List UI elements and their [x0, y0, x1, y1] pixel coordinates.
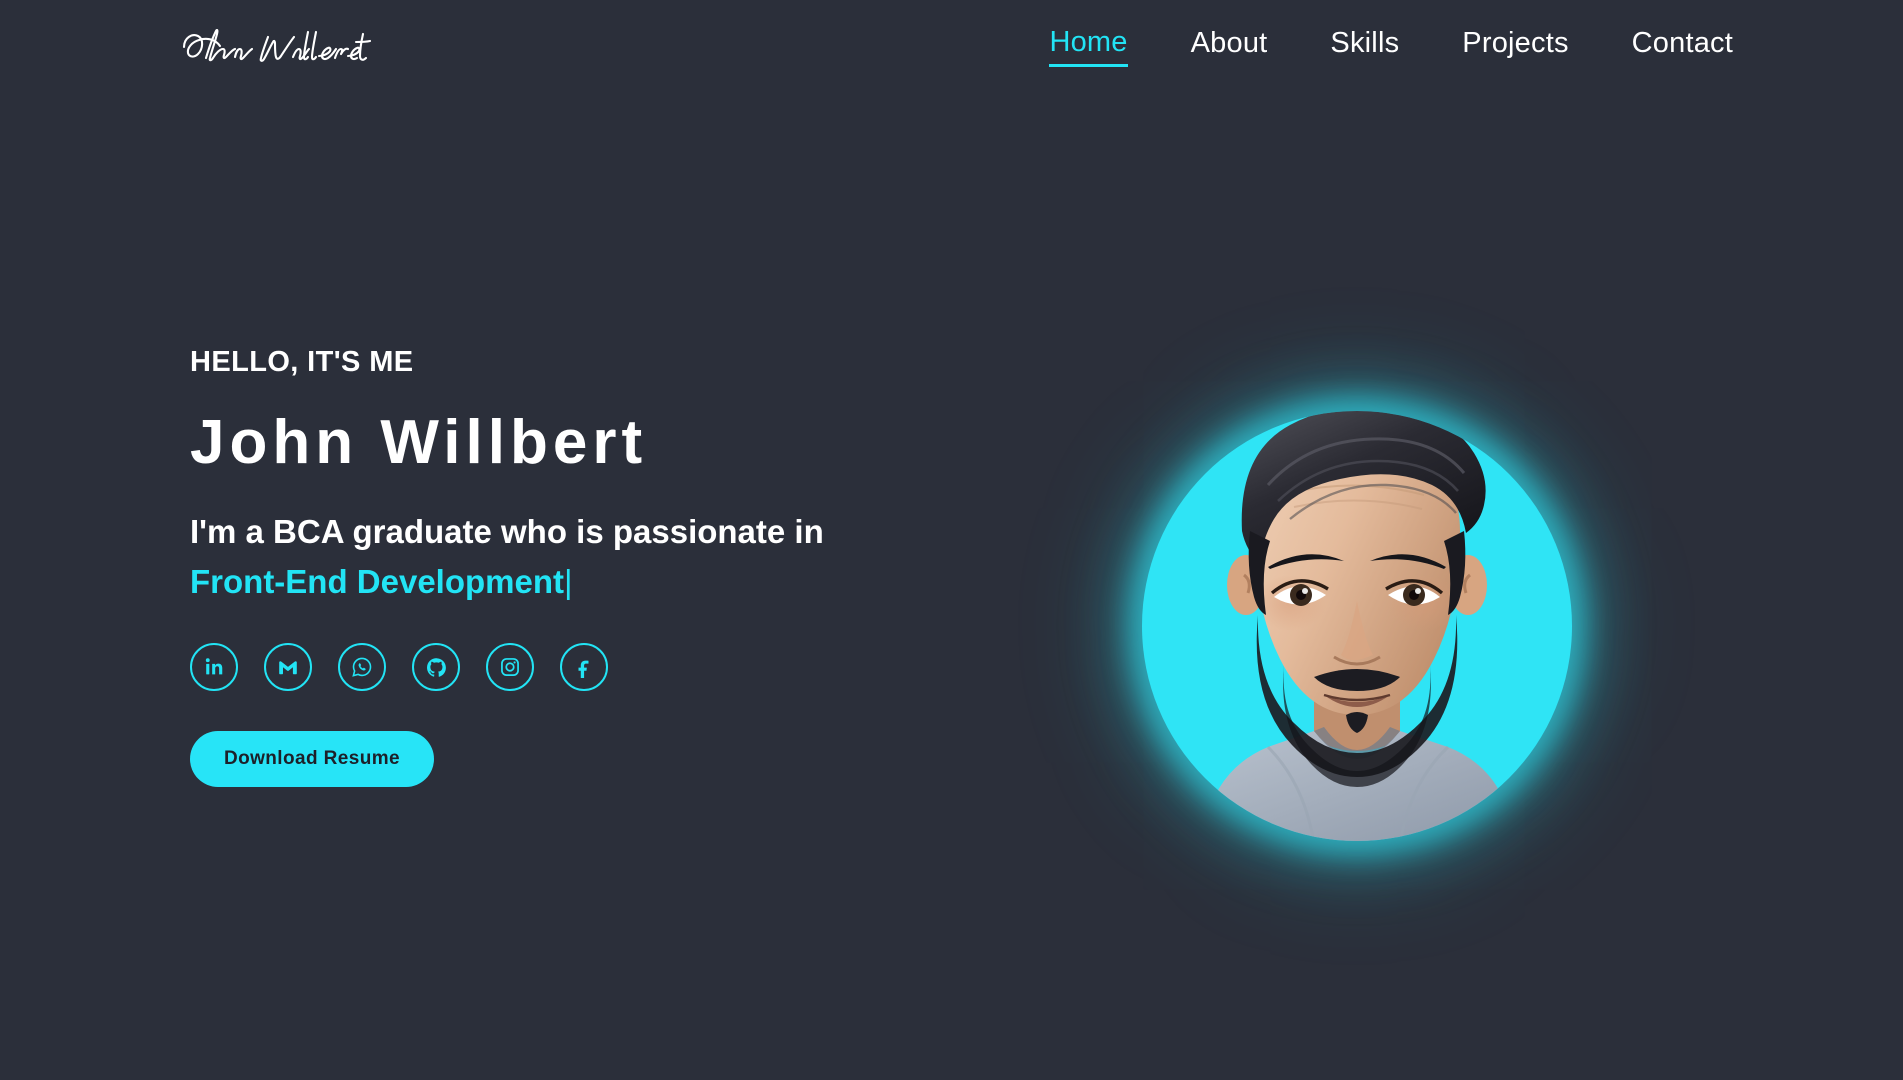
social-link-github[interactable] [412, 643, 460, 692]
social-link-gmail[interactable] [264, 643, 312, 692]
gmail-icon [279, 661, 297, 675]
hero-section: HELLO, IT'S ME John Willbert I'm a BCA g… [0, 0, 1903, 1080]
hero-name: John Willbert [190, 407, 648, 477]
portrait-clip [1142, 411, 1572, 841]
hero-greeting: HELLO, IT'S ME [190, 346, 414, 378]
typing-caret: | [564, 563, 573, 601]
facebook-icon [578, 660, 589, 679]
social-links [190, 643, 1010, 692]
download-resume-button[interactable]: Download Resume [190, 731, 434, 788]
social-link-instagram[interactable] [486, 643, 534, 692]
social-link-linkedin[interactable] [190, 643, 238, 692]
portrait-illustration [1202, 411, 1514, 841]
instagram-icon [501, 658, 519, 677]
hero-subtitle: I'm a BCA graduate who is passionate in … [190, 507, 830, 607]
hero-portrait [1118, 372, 1596, 880]
linkedin-icon [205, 658, 223, 675]
whatsapp-icon [352, 657, 372, 678]
hero-subtitle-prefix: I'm a BCA graduate who is passionate in [190, 512, 824, 550]
github-icon [426, 657, 446, 677]
social-link-whatsapp[interactable] [338, 643, 386, 692]
hero-text-block: HELLO, IT'S ME John Willbert I'm a BCA g… [190, 345, 1010, 788]
hero-subtitle-accent: Front-End Development [190, 563, 565, 601]
social-link-facebook[interactable] [560, 643, 608, 692]
